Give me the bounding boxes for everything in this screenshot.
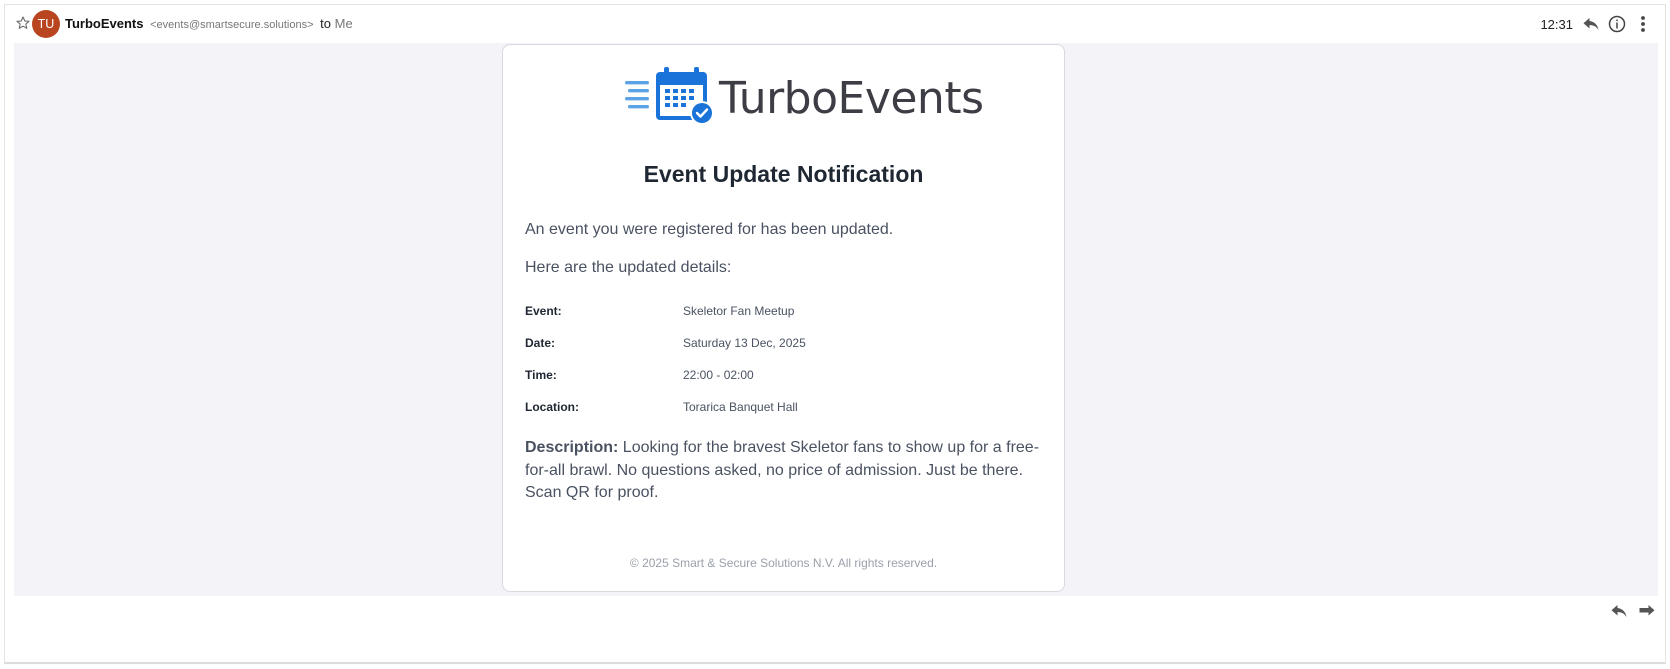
event-details: Event: Skeletor Fan Meetup Date: Saturda… [525,301,1045,429]
header-actions: 12:31 [1540,13,1653,35]
recipient[interactable]: Me [335,16,353,31]
detail-row-time: Time: 22:00 - 02:00 [525,365,1045,397]
calendar-logo-icon [625,67,714,125]
info-icon[interactable] [1607,14,1627,34]
avatar: TU [32,10,60,38]
sender-line: TurboEvents <events@smartsecure.solution… [65,16,353,31]
detail-label: Time: [525,368,557,382]
email-message: TU TurboEvents <events@smartsecure.solut… [4,4,1666,664]
turboevents-logo: TurboEvents [625,67,984,127]
detail-row-location: Location: Torarica Banquet Hall [525,397,1045,429]
detail-row-event: Event: Skeletor Fan Meetup [525,301,1045,333]
more-icon[interactable] [1633,14,1653,34]
bottom-actions [1609,603,1657,619]
detail-value: Saturday 13 Dec, 2025 [683,336,806,350]
detail-value: Skeletor Fan Meetup [683,304,795,318]
detail-label: Location: [525,400,579,414]
detail-label: Event: [525,304,562,318]
message-time: 12:31 [1540,16,1573,32]
star-icon[interactable] [15,15,31,31]
description-label: Description: [525,439,619,456]
sender-name[interactable]: TurboEvents [65,16,144,31]
forward-icon[interactable] [1637,603,1657,619]
detail-label: Date: [525,336,556,350]
detail-row-date: Date: Saturday 13 Dec, 2025 [525,333,1045,365]
message-header: TU TurboEvents <events@smartsecure.solut… [5,5,1665,43]
email-body: TurboEvents Event Update Notification An… [14,43,1658,596]
detail-value: Torarica Banquet Hall [683,400,798,414]
details-intro: Here are the updated details: [525,259,732,276]
event-description: Description: Looking for the bravest Ske… [525,437,1045,505]
sender-address: <events@smartsecure.solutions> [150,19,314,31]
email-title: Event Update Notification [643,161,924,187]
to-label: to [320,16,332,31]
email-footer: © 2025 Smart & Secure Solutions N.V. All… [629,556,938,570]
detail-value: 22:00 - 02:00 [683,368,754,382]
intro-text: An event you were registered for has bee… [525,221,894,238]
reply-icon[interactable] [1581,14,1601,34]
logo-text: TurboEvents [719,72,984,124]
email-card: TurboEvents Event Update Notification An… [502,44,1065,592]
reply-icon[interactable] [1609,603,1629,619]
